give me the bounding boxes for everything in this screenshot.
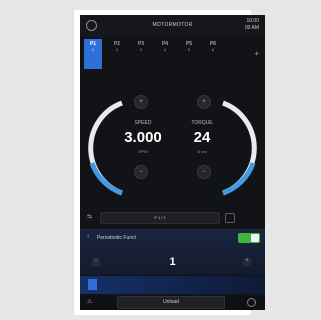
speed-down-button[interactable]: − (134, 165, 148, 179)
toggle-knob (251, 234, 259, 242)
info-strip (80, 276, 265, 294)
step-edit-button[interactable] (225, 213, 235, 223)
speed-label: SPEED (134, 120, 152, 126)
speed-unit: RPM (138, 149, 148, 154)
program-row: P1 1 P2 2 P3 3 P4 4 P5 5 P6 6 + (80, 39, 265, 69)
speed-up-button[interactable]: + (134, 95, 148, 109)
power-icon[interactable] (247, 298, 256, 307)
torque-gauge-fill (222, 162, 256, 196)
program-tab-p2[interactable]: P2 2 (108, 39, 126, 69)
window-title: MOTORMOTOR (152, 22, 193, 28)
program-tab-p4[interactable]: P4 4 (156, 39, 174, 69)
clock: 10:00 00 AM (245, 18, 259, 32)
info-marker[interactable] (88, 279, 97, 290)
program-tab-sub: 5 (187, 47, 191, 52)
program-tab-p3[interactable]: P3 3 (132, 39, 150, 69)
step-icon: ⇆ (87, 214, 93, 220)
function-toggle[interactable] (238, 233, 260, 243)
program-tab-sub: 6 (211, 47, 215, 52)
unload-button[interactable]: Unload (117, 296, 225, 309)
program-tab-sub: 4 (163, 47, 167, 52)
clock-period: 00 AM (244, 25, 259, 31)
gauges (88, 100, 257, 196)
step-selector[interactable]: P 1 / 1 (100, 212, 220, 224)
clock-time: 10:00 (246, 18, 259, 24)
function-panel: ♁ Periodontic Funct − 1 + (80, 229, 265, 275)
program-tab-p5[interactable]: P5 5 (180, 39, 198, 69)
program-tab-p6[interactable]: P6 6 (204, 39, 222, 69)
warning-icon[interactable]: ⚠ (87, 298, 92, 305)
program-tab-sub: 2 (115, 47, 119, 52)
torque-gauge-track (222, 100, 257, 196)
torque-value: 24 (193, 129, 211, 146)
tooth-icon: ♁ (86, 234, 91, 240)
speed-gauge-track (88, 100, 123, 196)
speed-gauge-fill (89, 162, 123, 196)
top-bar: MOTORMOTOR 10:00 00 AM (80, 15, 265, 37)
app-screen: MOTORMOTOR 10:00 00 AM P1 1 P2 2 P3 3 P4… (80, 15, 265, 310)
program-tab-p1[interactable]: P1 1 (84, 39, 102, 69)
torque-unit: N·cm (197, 149, 207, 154)
function-increase-button[interactable]: + (242, 257, 252, 267)
program-tab-sub: 1 (91, 47, 95, 52)
torque-down-button[interactable]: − (197, 165, 211, 179)
speed-value: 3.000 (124, 129, 162, 146)
torque-label: TORQUE (191, 120, 213, 126)
function-title: Periodontic Funct (97, 235, 136, 241)
function-value: 1 (169, 256, 176, 268)
add-program-button[interactable]: + (254, 49, 259, 58)
torque-up-button[interactable]: + (197, 95, 211, 109)
program-tab-sub: 3 (139, 47, 143, 52)
